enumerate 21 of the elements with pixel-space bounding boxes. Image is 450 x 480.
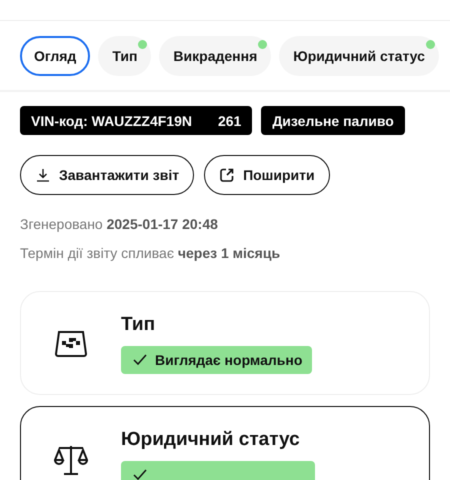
tag-text: VIN-код: WAUZZZ4F19N xyxy=(31,112,192,128)
download-button[interactable]: Завантажити звіт xyxy=(20,155,194,195)
report-info: Згенеровано 2025-01-17 20:48 xyxy=(20,216,219,232)
tag-text: Дизельне паливо xyxy=(272,112,394,128)
tab[interactable]: Викрадення xyxy=(159,36,272,76)
tab[interactable]: Огляд xyxy=(20,36,90,76)
tab[interactable]: Тип xyxy=(98,36,152,76)
tag-text: 261 xyxy=(218,112,242,128)
check-card[interactable]: Тип Виглядає нормально xyxy=(20,291,430,395)
check-icon xyxy=(133,354,147,366)
card-title: Юридичний статус xyxy=(121,429,301,451)
report-info: Термін дії звіту спливає через 1 місяць xyxy=(20,245,282,261)
download-icon xyxy=(35,167,51,183)
check-icon xyxy=(133,469,147,480)
share-icon xyxy=(219,167,236,183)
taxi-sign-icon xyxy=(54,330,88,358)
status-badge: Виглядає нормально xyxy=(121,346,312,374)
share-button[interactable]: Поширити xyxy=(204,155,330,195)
card-title: Тип xyxy=(121,314,156,336)
check-card[interactable]: Юридичний статус xyxy=(20,406,430,480)
tab[interactable]: Юридичний статус xyxy=(279,36,439,76)
